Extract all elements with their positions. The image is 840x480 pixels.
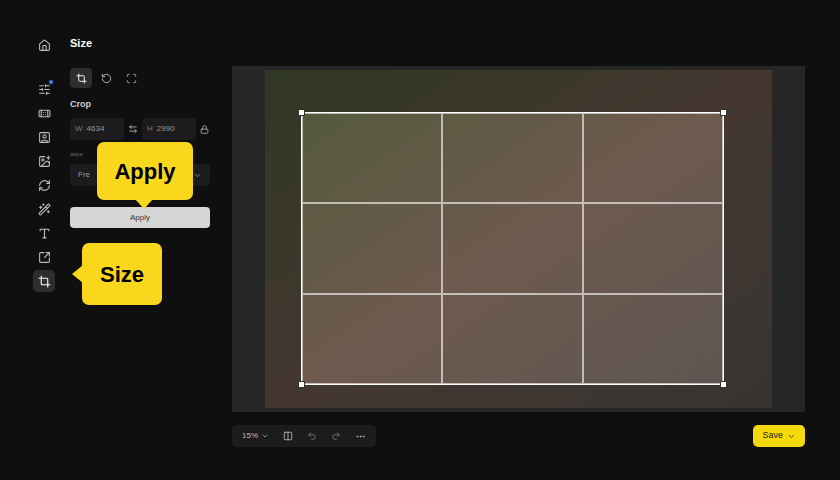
redo-icon[interactable] (331, 431, 341, 441)
crop-handle[interactable] (720, 109, 727, 116)
tool-icon (38, 251, 51, 264)
rail-item[interactable] (33, 126, 55, 148)
rail-item[interactable] (33, 102, 55, 124)
width-value: 4634 (87, 123, 105, 135)
tab-icon (101, 73, 112, 84)
editor-window: SizeCropW4634H2990aspeFreApply15%SaveApp… (0, 0, 840, 480)
crop-grid-cell (302, 294, 442, 384)
callout-pointer (135, 199, 153, 209)
height-value: 2990 (157, 123, 175, 135)
rail-item[interactable] (33, 150, 55, 172)
undo-icon[interactable] (307, 431, 317, 441)
tool-icon (38, 83, 51, 96)
crop-handle[interactable] (720, 381, 727, 388)
compare-icon[interactable] (283, 431, 293, 441)
tool-icon (38, 155, 51, 168)
crop-grid-cell (583, 113, 723, 203)
tool-icon (38, 179, 51, 192)
tool-icon (38, 203, 51, 216)
panel-tabs (70, 68, 210, 88)
size-panel: SizeCropW4634H2990aspeFreApply (70, 0, 210, 480)
rail-item[interactable] (33, 34, 55, 56)
tool-rail (18, 0, 70, 480)
notification-dot (49, 80, 53, 84)
lock-icon[interactable] (200, 125, 209, 134)
crop-grid-cell (302, 113, 442, 203)
panel-title: Size (70, 36, 210, 50)
save-label: Save (762, 429, 783, 443)
size-callout: Size (82, 243, 162, 305)
zoom-select[interactable]: 15% (242, 430, 269, 442)
crop-grid-cell (442, 113, 582, 203)
crop-grid-cell (442, 294, 582, 384)
width-field[interactable]: W 4634 (70, 118, 124, 140)
chevron-down-icon (261, 432, 269, 440)
more-icon[interactable] (355, 431, 366, 442)
panel-tab[interactable] (120, 68, 142, 88)
aspect-value: Fre (78, 169, 90, 181)
rail-item[interactable] (33, 174, 55, 196)
height-label: H (147, 123, 153, 135)
rail-item[interactable] (33, 78, 55, 100)
tool-icon (38, 227, 51, 240)
crop-handle[interactable] (298, 109, 305, 116)
crop-grid-cell (583, 294, 723, 384)
bottom-bar: 15% Save (232, 425, 805, 447)
chevron-down-icon (787, 432, 796, 441)
rail-item[interactable] (33, 198, 55, 220)
tab-icon (126, 73, 137, 84)
save-button[interactable]: Save (753, 425, 805, 447)
crop-handle[interactable] (298, 381, 305, 388)
photo (265, 70, 772, 408)
canvas (232, 66, 805, 412)
view-toolbar: 15% (232, 425, 376, 447)
section-label: Crop (70, 98, 210, 110)
crop-box[interactable] (301, 112, 724, 385)
canvas-column: 15% Save (232, 0, 805, 480)
chevron-down-icon (193, 171, 202, 180)
crop-grid-cell (302, 203, 442, 293)
tool-icon (38, 131, 51, 144)
tool-icon (38, 107, 51, 120)
tab-icon (76, 73, 87, 84)
tool-icon (38, 39, 51, 52)
panel-tab[interactable] (70, 68, 92, 88)
dimension-row: W 4634 H 2990 (70, 118, 210, 140)
crop-grid-cell (583, 203, 723, 293)
swap-icon[interactable] (128, 124, 138, 134)
tool-icon (38, 275, 51, 288)
rail-item[interactable] (33, 270, 55, 292)
rail-item[interactable] (33, 222, 55, 244)
width-label: W (75, 123, 83, 135)
callout-pointer (72, 265, 83, 283)
zoom-value: 15% (242, 430, 258, 442)
crop-grid-cell (442, 203, 582, 293)
rail-item[interactable] (33, 246, 55, 268)
apply-callout: Apply (97, 142, 193, 200)
panel-tab[interactable] (95, 68, 117, 88)
apply-button[interactable]: Apply (70, 207, 210, 228)
height-field[interactable]: H 2990 (142, 118, 196, 140)
